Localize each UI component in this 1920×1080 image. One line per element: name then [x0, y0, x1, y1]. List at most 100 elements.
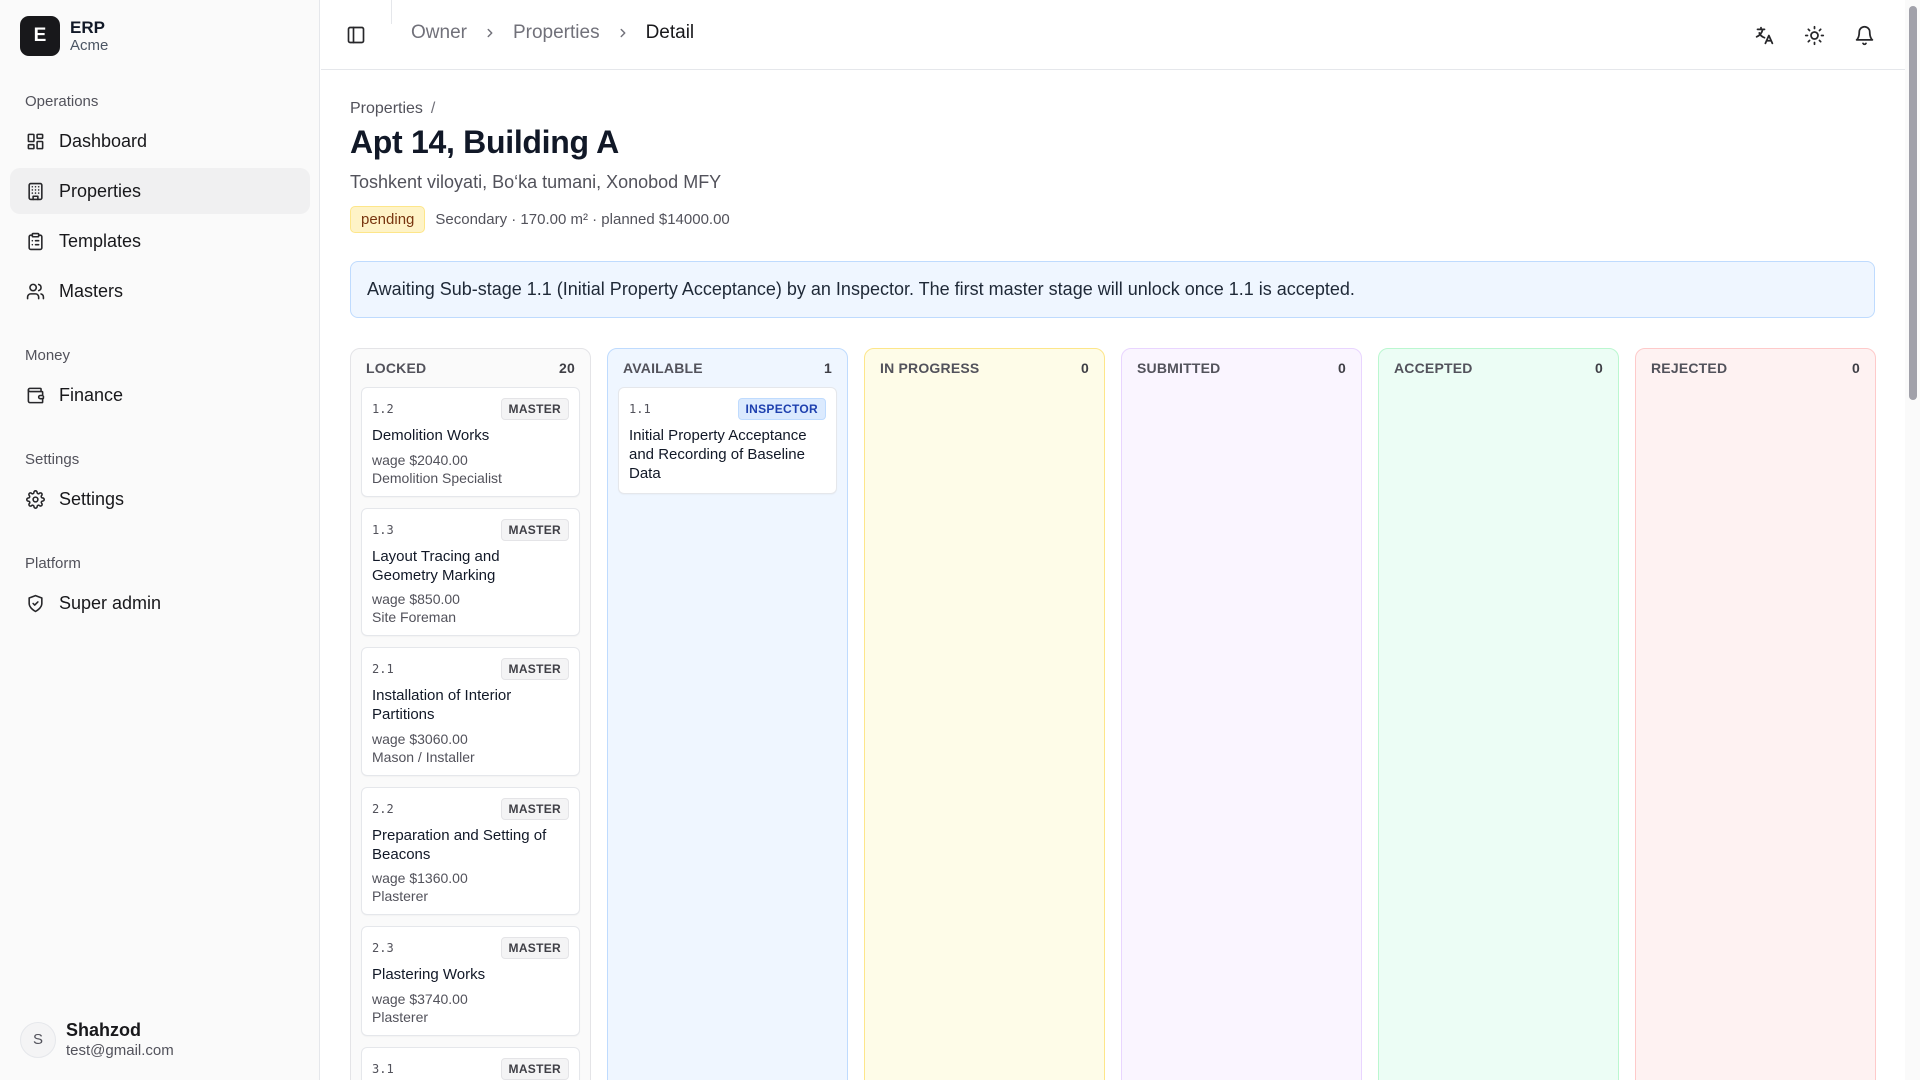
stage-wage: wage $850.00: [372, 591, 460, 608]
sidebar-item-masters[interactable]: Masters: [10, 268, 310, 314]
stage-code: 2.3: [372, 941, 394, 956]
breadcrumb-owner[interactable]: Owner: [411, 22, 467, 44]
column-title: LOCKED: [366, 360, 427, 376]
theme-toggle-button[interactable]: [1799, 20, 1829, 50]
topbar: Owner Properties Detail: [321, 0, 1905, 70]
role-badge: MASTER: [500, 937, 569, 960]
stage-card[interactable]: 2.1 MASTER Installation of Interior Partit…: [361, 647, 580, 776]
sidebar-item-super-admin[interactable]: Super admin: [10, 580, 310, 626]
stage-wage: wage $2040.00: [372, 451, 468, 468]
stage-code: 1.3: [372, 522, 394, 537]
panel-left-icon: [346, 25, 366, 45]
column-locked: LOCKED 20 1.2 MASTER Demolition Works wage $2…: [350, 348, 591, 1080]
wallet-icon: [25, 385, 45, 405]
column-title: REJECTED: [1651, 360, 1728, 376]
sidebar-item-label: Dashboard: [59, 130, 148, 151]
column-header: REJECTED 0: [1636, 349, 1875, 387]
page-breadcrumb-properties[interactable]: Properties: [350, 100, 423, 117]
chevron-right-icon: [616, 26, 630, 40]
stage-title: Plastering Works: [372, 966, 486, 984]
column-header: ACCEPTED 0: [1379, 349, 1618, 387]
stage-title: Layout Tracing and Geometry Marking: [372, 547, 500, 584]
stage-role: Site Foreman: [372, 609, 457, 626]
role-badge: INSPECTOR: [737, 398, 826, 420]
property-meta-text: Secondary · 170.00 m² · planned $14000.0…: [435, 211, 730, 228]
nav-group-label-platform: Platform: [25, 554, 81, 572]
sidebar-item-label: Settings: [59, 488, 125, 509]
stage-card[interactable]: 2.2 MASTER Preparation and Setting of Beac…: [361, 786, 580, 916]
stage-role: Mason / Installer: [372, 748, 475, 765]
role-badge: MASTER: [500, 658, 569, 681]
sun-icon: [1804, 25, 1825, 46]
role-badge: MASTER: [500, 398, 569, 420]
sidebar-item-dashboard[interactable]: Dashboard: [10, 118, 310, 164]
column-title: SUBMITTED: [1137, 360, 1221, 376]
user-name: Shahzod: [66, 1020, 141, 1040]
sidebar-item-templates[interactable]: Templates: [10, 218, 310, 264]
role-badge: MASTER: [500, 797, 569, 820]
stage-code: 1.1: [629, 402, 651, 416]
chevron-right-icon: [483, 26, 497, 40]
breadcrumb-slash: /: [430, 100, 436, 117]
sidebar-item-label: Templates: [59, 230, 142, 251]
sidebar-item-label: Super admin: [59, 592, 162, 613]
stage-card[interactable]: 2.3 MASTER Plastering Works wage $3740.00 Pl…: [361, 926, 580, 1036]
column-count: 0: [1852, 360, 1860, 376]
breadcrumb-properties[interactable]: Properties: [513, 22, 600, 44]
nav-group-label-money: Money: [25, 346, 71, 364]
property-address: Toshkent viloyati, Bo‘ka tumani, Xonobod…: [350, 172, 722, 192]
notifications-button[interactable]: [1849, 20, 1879, 50]
info-alert: Awaiting Sub-stage 1.1 (Initial Property…: [350, 261, 1875, 318]
column-title: ACCEPTED: [1394, 360, 1473, 376]
translate-icon: [1754, 25, 1775, 46]
stage-title: Installation of Interior Partitions: [372, 687, 512, 723]
status-badge: pending: [350, 206, 426, 233]
user-menu[interactable]: S Shahzod test@gmail.com: [20, 1020, 174, 1060]
topbar-divider: [391, 0, 392, 24]
sidebar-item-label: Finance: [59, 384, 124, 405]
sidebar-nav: Operations Dashboard Properties Template…: [10, 88, 310, 626]
brand[interactable]: E ERP Acme: [20, 16, 108, 56]
stage-title: Demolition Works: [372, 427, 490, 444]
sidebar-toggle-button[interactable]: [343, 22, 369, 48]
column-body: 1.2 MASTER Demolition Works wage $2040.00 De…: [351, 387, 590, 1080]
stage-role: Demolition Specialist: [372, 469, 502, 486]
column-count: 1: [824, 360, 832, 376]
column-header: AVAILABLE 1: [608, 349, 847, 387]
stage-card[interactable]: 3.1 MASTER: [361, 1047, 580, 1080]
language-button[interactable]: [1749, 20, 1779, 50]
column-title: AVAILABLE: [623, 360, 703, 376]
column-title: IN PROGRESS: [880, 360, 980, 376]
breadcrumb-detail: Detail: [645, 22, 695, 43]
kanban-board: LOCKED 20 1.2 MASTER Demolition Works wage $2…: [350, 348, 1876, 1080]
stage-title: Initial Property Acceptance and Recordin…: [629, 427, 807, 482]
column-submitted: SUBMITTED 0: [1121, 348, 1362, 1080]
property-meta: pending Secondary · 170.00 m² · planned …: [350, 206, 730, 233]
column-count: 20: [559, 360, 575, 376]
clipboard-icon: [25, 231, 45, 251]
column-header: IN PROGRESS 0: [865, 349, 1104, 387]
topbar-actions: [1729, 20, 1879, 50]
avatar: S: [20, 1021, 56, 1058]
sidebar-item-settings[interactable]: Settings: [10, 476, 310, 522]
users-icon: [25, 281, 45, 301]
stage-card[interactable]: 1.2 MASTER Demolition Works wage $2040.00 De…: [361, 387, 580, 497]
column-count: 0: [1081, 360, 1089, 376]
stage-card[interactable]: 1.3 MASTER Layout Tracing and Geometry Mar…: [361, 507, 580, 637]
bell-icon: [1854, 25, 1875, 46]
stage-wage: wage $3740.00: [372, 991, 468, 1007]
brand-name: ERP: [70, 17, 105, 37]
breadcrumb: Owner Properties Detail: [411, 22, 694, 44]
gear-icon: [25, 489, 45, 509]
sidebar-item-properties[interactable]: Properties: [10, 168, 310, 214]
page-scrollbar[interactable]: [1905, 0, 1920, 1080]
shield-check-icon: [25, 593, 45, 613]
stage-card[interactable]: 1.1 INSPECTOR Initial Property Acceptance …: [618, 387, 837, 495]
sidebar-item-finance[interactable]: Finance: [10, 372, 310, 418]
brand-org: Acme: [70, 37, 109, 55]
nav-group-label-operations: Operations: [25, 92, 99, 110]
stage-title: Preparation and Setting of Beacons: [372, 826, 547, 863]
scrollbar-thumb[interactable]: [1909, 6, 1917, 400]
column-available: AVAILABLE 1 1.1 INSPECTOR Initial Property A…: [607, 348, 848, 1080]
column-count: 0: [1338, 360, 1346, 376]
